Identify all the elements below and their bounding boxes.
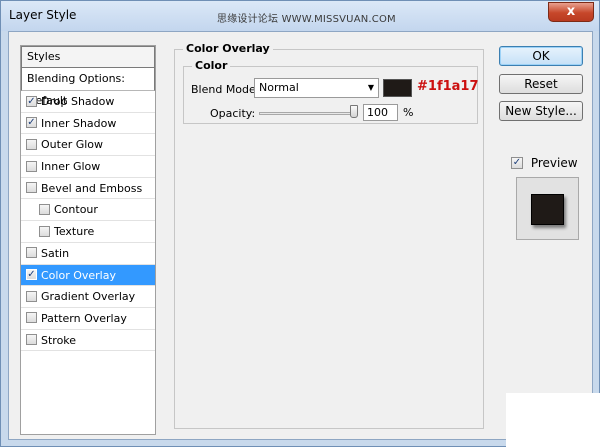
preview-swatch — [531, 194, 564, 225]
ok-button[interactable]: OK — [499, 46, 583, 66]
style-item-bevel-and-emboss[interactable]: Bevel and Emboss — [21, 178, 155, 200]
style-item-inner-shadow[interactable]: ✓ Inner Shadow — [21, 113, 155, 135]
style-item-inner-glow[interactable]: Inner Glow — [21, 156, 155, 178]
preview-checkbox[interactable]: ✓ Preview — [511, 156, 578, 170]
blending-options-item[interactable]: Blending Options: Default — [21, 68, 155, 107]
style-item-label: Gradient Overlay — [41, 290, 136, 304]
opacity-slider-thumb[interactable] — [350, 105, 358, 118]
opacity-label: Opacity: — [210, 107, 256, 120]
checkbox-icon[interactable] — [26, 182, 37, 194]
style-item-label: Inner Shadow — [41, 116, 117, 130]
checkbox-icon[interactable]: ✓ — [511, 156, 523, 169]
checkbox-icon[interactable] — [26, 160, 37, 172]
preview-thumbnail — [516, 177, 579, 240]
style-item-label: Contour — [54, 203, 98, 217]
checkbox-icon[interactable] — [26, 138, 37, 150]
blend-mode-value: Normal — [259, 81, 299, 94]
style-item-label: Outer Glow — [41, 138, 104, 152]
checkbox-icon[interactable] — [39, 203, 50, 215]
checkbox-icon[interactable]: ✓ — [26, 95, 37, 107]
close-icon: x — [566, 4, 576, 19]
checkbox-icon[interactable] — [26, 247, 37, 259]
style-item-stroke[interactable]: Stroke — [21, 330, 155, 352]
style-item-label: Stroke — [41, 333, 77, 347]
preview-label: Preview — [530, 156, 578, 170]
blend-mode-label: Blend Mode: — [191, 83, 260, 96]
chevron-down-icon: ▼ — [367, 83, 374, 92]
style-item-label: Color Overlay — [41, 268, 116, 282]
reset-button[interactable]: Reset — [499, 74, 583, 94]
opacity-unit: % — [403, 106, 414, 119]
styles-header[interactable]: Styles — [21, 46, 155, 68]
title-bar[interactable]: Layer Style 思缘设计论坛 WWW.MISSVUAN.COM x — [1, 1, 599, 31]
watermark-text: 思缘设计论坛 WWW.MISSVUAN.COM — [217, 14, 396, 25]
style-item-texture[interactable]: Texture — [21, 221, 155, 243]
style-item-label: Pattern Overlay — [41, 311, 127, 325]
color-overlay-title: Color Overlay — [183, 42, 273, 55]
style-item-drop-shadow[interactable]: ✓ Drop Shadow — [21, 91, 155, 113]
style-item-color-overlay[interactable]: ✓ Color Overlay — [21, 264, 155, 287]
style-item-satin[interactable]: Satin — [21, 243, 155, 265]
style-item-gradient-overlay[interactable]: Gradient Overlay — [21, 286, 155, 308]
checkbox-icon[interactable] — [26, 290, 37, 302]
checkbox-icon[interactable]: ✓ — [26, 117, 37, 129]
checkbox-icon[interactable] — [26, 334, 37, 346]
style-item-contour[interactable]: Contour — [21, 199, 155, 222]
style-item-outer-glow[interactable]: Outer Glow — [21, 134, 155, 157]
window-title: Layer Style — [9, 8, 77, 22]
style-item-label: Inner Glow — [41, 160, 101, 174]
style-item-label: Satin — [41, 246, 70, 260]
color-group: Color Blend Mode: Normal ▼ #1f1a17 Opaci… — [183, 59, 479, 124]
blank-corner — [506, 393, 600, 447]
checkbox-icon[interactable]: ✓ — [26, 269, 37, 280]
opacity-slider-track[interactable] — [259, 112, 357, 115]
close-button[interactable]: x — [548, 2, 594, 22]
layer-style-dialog: Layer Style 思缘设计论坛 WWW.MISSVUAN.COM x St… — [0, 0, 600, 447]
blend-mode-select[interactable]: Normal ▼ — [254, 78, 379, 98]
style-item-pattern-overlay[interactable]: Pattern Overlay — [21, 308, 155, 330]
new-style-button[interactable]: New Style... — [499, 101, 583, 121]
hex-annotation: #1f1a17 — [417, 79, 479, 94]
checkbox-icon[interactable] — [39, 225, 50, 237]
color-overlay-group: Color Overlay Color Blend Mode: Normal ▼… — [174, 42, 484, 429]
style-item-label: Texture — [54, 225, 95, 239]
style-item-label: Drop Shadow — [41, 95, 115, 108]
opacity-input[interactable]: 100 — [363, 104, 398, 121]
styles-list: Styles Blending Options: Default ✓ Drop S… — [20, 45, 156, 435]
color-group-title: Color — [192, 59, 231, 72]
style-item-label: Bevel and Emboss — [41, 181, 143, 195]
checkbox-icon[interactable] — [26, 312, 37, 324]
dialog-body: Styles Blending Options: Default ✓ Drop S… — [8, 31, 593, 440]
overlay-color-swatch[interactable] — [383, 79, 412, 97]
